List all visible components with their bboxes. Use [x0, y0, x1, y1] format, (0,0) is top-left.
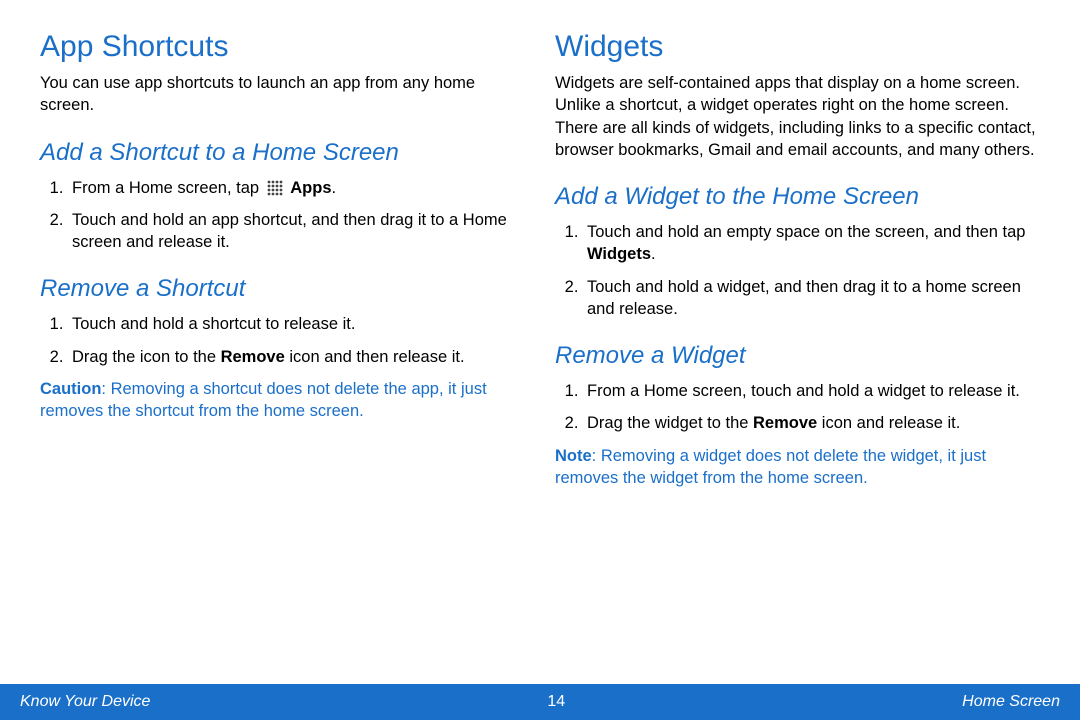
step-bold: Remove	[753, 414, 817, 432]
note-label: Note	[555, 447, 592, 465]
app-shortcuts-intro: You can use app shortcuts to launch an a…	[40, 72, 525, 117]
subheading-add-shortcut: Add a Shortcut to a Home Screen	[40, 139, 525, 167]
step-text: icon and release it.	[817, 414, 960, 432]
caution-body: : Removing a shortcut does not delete th…	[40, 380, 487, 420]
add-shortcut-step-1: From a Home screen, tap Apps.	[68, 177, 525, 199]
step-text: .	[332, 179, 337, 197]
step-bold: Widgets	[587, 245, 651, 263]
step-text: icon and then release it.	[285, 348, 465, 366]
step-bold: Remove	[221, 348, 285, 366]
subheading-remove-shortcut: Remove a Shortcut	[40, 275, 525, 303]
step-bold: Apps	[290, 179, 331, 197]
note-text: Note: Removing a widget does not delete …	[555, 445, 1040, 490]
footer-left: Know Your Device	[20, 693, 150, 711]
step-text: Drag the widget to the	[587, 414, 753, 432]
page-content: App Shortcuts You can use app shortcuts …	[0, 0, 1080, 680]
footer-page-number: 14	[547, 693, 565, 711]
step-text: .	[651, 245, 656, 263]
remove-widget-steps: From a Home screen, touch and hold a wid…	[555, 380, 1040, 435]
right-column: Widgets Widgets are self-contained apps …	[555, 30, 1040, 680]
left-column: App Shortcuts You can use app shortcuts …	[40, 30, 525, 680]
remove-shortcut-steps: Touch and hold a shortcut to release it.…	[40, 313, 525, 368]
caution-label: Caution	[40, 380, 101, 398]
heading-app-shortcuts: App Shortcuts	[40, 30, 525, 64]
step-text: Touch and hold an empty space on the scr…	[587, 223, 1025, 241]
add-widget-step-2: Touch and hold a widget, and then drag i…	[583, 276, 1040, 321]
apps-grid-icon	[267, 180, 283, 196]
remove-shortcut-step-2: Drag the icon to the Remove icon and the…	[68, 346, 525, 368]
step-text: From a Home screen, tap	[72, 179, 264, 197]
note-body: : Removing a widget does not delete the …	[555, 447, 986, 487]
caution-text: Caution: Removing a shortcut does not de…	[40, 378, 525, 423]
add-widget-steps: Touch and hold an empty space on the scr…	[555, 221, 1040, 320]
add-widget-step-1: Touch and hold an empty space on the scr…	[583, 221, 1040, 266]
remove-widget-step-1: From a Home screen, touch and hold a wid…	[583, 380, 1040, 402]
add-shortcut-steps: From a Home screen, tap Apps. Touch and …	[40, 177, 525, 254]
widgets-intro: Widgets are self-contained apps that dis…	[555, 72, 1040, 161]
subheading-add-widget: Add a Widget to the Home Screen	[555, 183, 1040, 211]
footer-right: Home Screen	[962, 693, 1060, 711]
step-text: Drag the icon to the	[72, 348, 221, 366]
subheading-remove-widget: Remove a Widget	[555, 342, 1040, 370]
add-shortcut-step-2: Touch and hold an app shortcut, and then…	[68, 209, 525, 254]
heading-widgets: Widgets	[555, 30, 1040, 64]
remove-widget-step-2: Drag the widget to the Remove icon and r…	[583, 412, 1040, 434]
page-footer: Know Your Device 14 Home Screen	[0, 684, 1080, 720]
remove-shortcut-step-1: Touch and hold a shortcut to release it.	[68, 313, 525, 335]
